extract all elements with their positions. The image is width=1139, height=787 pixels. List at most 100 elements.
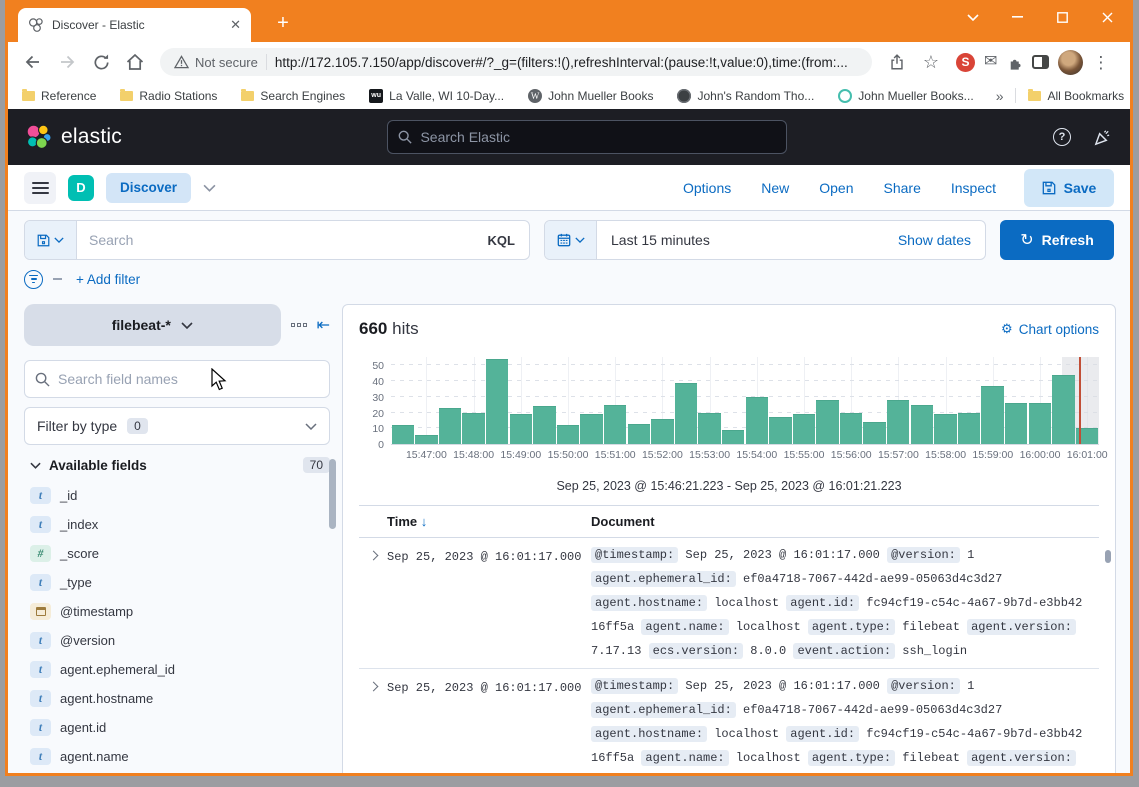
share-icon[interactable] bbox=[882, 47, 912, 77]
field-item[interactable]: @timestamp bbox=[30, 597, 330, 626]
histogram-bar[interactable] bbox=[392, 425, 414, 444]
save-button[interactable]: Save bbox=[1024, 169, 1114, 207]
breadcrumb[interactable]: Discover bbox=[106, 173, 191, 203]
not-secure-indicator[interactable]: Not secure bbox=[174, 55, 258, 70]
field-item[interactable]: t_type bbox=[30, 568, 330, 597]
field-settings-icon[interactable] bbox=[291, 323, 307, 327]
all-bookmarks-button[interactable]: All Bookmarks bbox=[1028, 89, 1124, 103]
histogram-bar[interactable] bbox=[675, 383, 697, 444]
histogram-bar[interactable] bbox=[580, 414, 602, 444]
filter-icon[interactable] bbox=[24, 270, 43, 289]
bookmark-item[interactable]: WJohn Mueller Books bbox=[528, 89, 653, 103]
field-item[interactable]: tagent.hostname bbox=[30, 684, 330, 713]
new-tab-button[interactable]: + bbox=[270, 11, 296, 37]
nav-link-open[interactable]: Open bbox=[819, 180, 853, 196]
global-search-input[interactable]: Search Elastic bbox=[387, 120, 787, 154]
histogram-bar[interactable] bbox=[863, 422, 885, 444]
refresh-button[interactable]: ↻ Refresh bbox=[1000, 220, 1114, 260]
field-search-input[interactable] bbox=[58, 371, 319, 387]
histogram-bar[interactable] bbox=[934, 414, 956, 444]
histogram-bar[interactable] bbox=[628, 424, 650, 444]
histogram-bar[interactable] bbox=[651, 419, 673, 444]
column-header-document[interactable]: Document bbox=[591, 514, 655, 529]
home-button[interactable] bbox=[120, 47, 150, 77]
histogram-bar[interactable] bbox=[1029, 403, 1051, 444]
news-feed-icon[interactable] bbox=[1093, 128, 1112, 147]
extension-s-icon[interactable]: S bbox=[956, 53, 975, 72]
histogram-bar[interactable] bbox=[769, 417, 791, 444]
histogram-bar[interactable] bbox=[840, 413, 862, 444]
menu-hamburger-icon[interactable] bbox=[24, 172, 56, 204]
nav-link-inspect[interactable]: Inspect bbox=[951, 180, 996, 196]
window-maximize-button[interactable] bbox=[1040, 0, 1085, 34]
window-chevron-icon[interactable] bbox=[950, 0, 995, 34]
histogram-bar[interactable] bbox=[746, 397, 768, 444]
histogram-bar[interactable] bbox=[604, 405, 626, 444]
index-pattern-select[interactable]: filebeat-* bbox=[24, 304, 281, 346]
filter-by-type-select[interactable]: Filter by type 0 bbox=[24, 407, 330, 445]
histogram-bar[interactable] bbox=[533, 406, 555, 444]
histogram-bar[interactable] bbox=[439, 408, 461, 444]
field-item[interactable]: tagent.ephemeral_id bbox=[30, 655, 330, 684]
histogram-bar[interactable] bbox=[722, 430, 744, 444]
chart-options-button[interactable]: ⚙ Chart options bbox=[1001, 321, 1099, 337]
space-badge[interactable]: D bbox=[68, 175, 94, 201]
add-filter-button[interactable]: + Add filter bbox=[76, 272, 140, 287]
field-item[interactable]: #_score bbox=[30, 539, 330, 568]
url-bar[interactable]: Not secure http://172.105.7.150/app/disc… bbox=[160, 48, 872, 76]
column-header-time[interactable]: Time ↓ bbox=[387, 514, 577, 529]
reload-button[interactable] bbox=[86, 47, 116, 77]
histogram-bar[interactable] bbox=[486, 359, 508, 444]
field-item[interactable]: tagent.name bbox=[30, 742, 330, 771]
histogram-plot[interactable] bbox=[391, 357, 1099, 445]
expand-row-button[interactable] bbox=[359, 543, 387, 663]
search-input[interactable] bbox=[77, 221, 474, 259]
histogram-bar[interactable] bbox=[816, 400, 838, 444]
bookmark-star-icon[interactable]: ☆ bbox=[916, 47, 946, 77]
histogram-bar[interactable] bbox=[958, 413, 980, 444]
bookmarks-overflow-icon[interactable]: » bbox=[996, 89, 1004, 103]
nav-link-options[interactable]: Options bbox=[683, 180, 731, 196]
bookmark-item[interactable]: John's Random Tho... bbox=[677, 89, 814, 103]
extensions-puzzle-icon[interactable] bbox=[1006, 54, 1023, 71]
histogram-bar[interactable] bbox=[510, 414, 532, 444]
query-language-badge[interactable]: KQL bbox=[474, 221, 529, 259]
histogram-bar[interactable] bbox=[911, 405, 933, 444]
help-icon[interactable]: ? bbox=[1053, 128, 1071, 146]
field-item[interactable]: t@version bbox=[30, 626, 330, 655]
calendar-menu-button[interactable] bbox=[545, 221, 597, 259]
elastic-logo[interactable]: elastic bbox=[26, 124, 122, 150]
side-panel-icon[interactable] bbox=[1032, 55, 1049, 69]
collapse-sidebar-icon[interactable]: ⇤ bbox=[317, 315, 330, 335]
nav-link-share[interactable]: Share bbox=[884, 180, 921, 196]
nav-link-new[interactable]: New bbox=[761, 180, 789, 196]
window-close-button[interactable] bbox=[1085, 0, 1130, 34]
histogram-bar[interactable] bbox=[1005, 403, 1027, 444]
histogram-bar[interactable] bbox=[557, 425, 579, 444]
forward-button[interactable] bbox=[52, 47, 82, 77]
histogram-bar[interactable] bbox=[415, 435, 437, 444]
window-minimize-button[interactable] bbox=[995, 0, 1040, 34]
time-range-value[interactable]: Last 15 minutes bbox=[597, 232, 884, 248]
bookmark-item[interactable]: Reference bbox=[22, 89, 96, 103]
mail-extension-icon[interactable]: ✉ bbox=[984, 54, 997, 70]
tab-close-icon[interactable]: ✕ bbox=[230, 17, 241, 33]
bookmark-item[interactable]: John Mueller Books... bbox=[838, 89, 973, 103]
saved-query-menu-button[interactable] bbox=[25, 221, 77, 259]
field-search-box[interactable] bbox=[24, 360, 330, 398]
histogram-bar[interactable] bbox=[462, 413, 484, 444]
field-item[interactable]: t_id bbox=[30, 481, 330, 510]
browser-tab[interactable]: Discover - Elastic ✕ bbox=[18, 8, 251, 42]
sidebar-scrollbar[interactable] bbox=[329, 459, 336, 529]
histogram-bar[interactable] bbox=[793, 414, 815, 444]
breadcrumb-chevron-icon[interactable] bbox=[203, 184, 216, 192]
histogram-bar[interactable] bbox=[698, 413, 720, 444]
field-item[interactable]: tagent.id bbox=[30, 713, 330, 742]
histogram-bar[interactable] bbox=[981, 386, 1003, 444]
back-button[interactable] bbox=[18, 47, 48, 77]
bookmark-item[interactable]: Radio Stations bbox=[120, 89, 217, 103]
expand-row-button[interactable] bbox=[359, 674, 387, 776]
profile-avatar[interactable] bbox=[1058, 50, 1083, 75]
table-scrollbar[interactable] bbox=[1105, 550, 1111, 563]
histogram-bar[interactable] bbox=[1052, 375, 1074, 444]
